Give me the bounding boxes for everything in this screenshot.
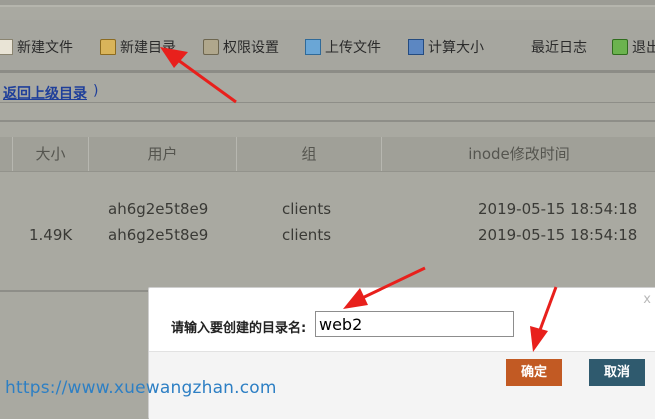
- folder-name-input[interactable]: [315, 311, 514, 337]
- cell-size: 1.49K: [29, 226, 73, 244]
- upload-button[interactable]: 上传文件: [305, 37, 381, 57]
- close-icon[interactable]: x: [643, 292, 651, 307]
- cell-group: clients: [282, 226, 332, 244]
- upload-label: 上传文件: [325, 40, 381, 56]
- table-header: 大小 用户 组 inode修改时间: [0, 137, 655, 172]
- logout-button[interactable]: 退出: [612, 37, 655, 57]
- permission-button[interactable]: 权限设置: [203, 37, 279, 57]
- recent-log-button[interactable]: 最近日志: [531, 37, 587, 57]
- toolbar: 新建文件 新建目录 权限设置 上传文件 计算大小 最近日志 退出: [0, 20, 655, 73]
- col-size[interactable]: 大小: [12, 137, 88, 171]
- cell-time: 2019-05-15 18:54:18: [478, 200, 638, 218]
- calculator-icon: [408, 39, 424, 55]
- path-bar: 返回上级目录 ): [0, 73, 655, 111]
- folder-name-label: 请输入要创建的目录名:: [171, 321, 307, 336]
- col-inode-time[interactable]: inode修改时间: [381, 137, 655, 171]
- calc-size-button[interactable]: 计算大小: [408, 37, 484, 57]
- new-file-icon: [0, 39, 13, 55]
- back-to-parent-link[interactable]: 返回上级目录: [3, 83, 87, 103]
- upload-icon: [305, 39, 321, 55]
- new-file-label: 新建文件: [17, 40, 73, 56]
- cancel-button[interactable]: 取消: [589, 359, 645, 386]
- confirm-button[interactable]: 确定: [506, 359, 562, 386]
- cell-user: ah6g2e5t8e9: [108, 200, 209, 218]
- top-strip: [0, 0, 655, 7]
- path-paren: ): [93, 83, 99, 99]
- col-user[interactable]: 用户: [88, 137, 236, 171]
- new-folder-label: 新建目录: [120, 40, 176, 56]
- cell-time: 2019-05-15 18:54:18: [478, 226, 638, 244]
- cell-group: clients: [282, 200, 332, 218]
- cell-user: ah6g2e5t8e9: [108, 226, 209, 244]
- table-body: ah6g2e5t8e9 clients 2019-05-15 18:54:18 …: [0, 172, 655, 292]
- new-folder-button[interactable]: 新建目录: [100, 37, 176, 57]
- watermark-url: https://www.xuewangzhan.com: [5, 378, 277, 398]
- exit-icon: [612, 39, 628, 55]
- calc-size-label: 计算大小: [428, 40, 484, 56]
- lock-icon: [203, 39, 219, 55]
- path-divider: [0, 102, 655, 103]
- folder-icon: [100, 39, 116, 55]
- col-group[interactable]: 组: [236, 137, 381, 171]
- recent-log-label: 最近日志: [531, 40, 587, 56]
- new-file-button[interactable]: 新建文件: [0, 37, 73, 57]
- section-divider: [0, 120, 655, 122]
- permission-label: 权限设置: [223, 40, 279, 56]
- create-folder-dialog: x 请输入要创建的目录名: 确定 取消: [148, 287, 655, 419]
- file-table: 大小 用户 组 inode修改时间 ah6g2e5t8e9 clients 20…: [0, 137, 655, 292]
- logout-label: 退出: [632, 40, 655, 56]
